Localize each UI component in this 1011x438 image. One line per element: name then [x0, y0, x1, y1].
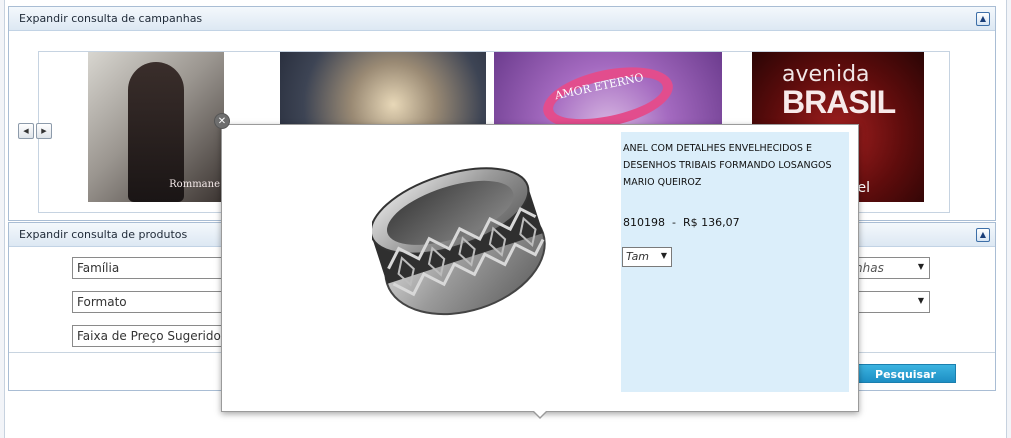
product-code: 810198: [623, 216, 665, 229]
right-filter-select-2[interactable]: ▼: [850, 291, 930, 313]
chevron-down-icon: ▼: [917, 262, 924, 271]
popup-pointer-fill: [533, 410, 547, 417]
formato-select-value: Formato: [77, 295, 127, 309]
product-name: ANEL COM DETALHES ENVELHECIDOS E DESENHO…: [623, 143, 832, 188]
right-filter-select-1[interactable]: nhas ▼: [850, 257, 930, 279]
size-select[interactable]: Tam ▼: [622, 247, 672, 267]
price-separator: -: [672, 216, 676, 229]
search-button[interactable]: Pesquisar: [855, 364, 956, 383]
ring-icon: [372, 167, 546, 316]
familia-select[interactable]: Família: [72, 257, 232, 279]
chevron-down-icon: ▼: [917, 296, 924, 305]
triangle-left-icon[interactable]: ◀: [18, 123, 34, 139]
campaigns-panel-title: Expandir consulta de campanhas: [19, 12, 203, 25]
close-icon[interactable]: ✕: [214, 113, 230, 129]
campaign-banner-rommanel[interactable]: Rommane: [88, 52, 224, 202]
formato-select[interactable]: Formato: [72, 291, 232, 313]
right-filter-1-value: nhas: [855, 261, 884, 275]
chevron-up-icon[interactable]: ▲: [976, 228, 990, 242]
product-popup: ANEL COM DETALHES ENVELHECIDOS E DESENHO…: [221, 124, 859, 412]
triangle-right-icon[interactable]: ▶: [36, 123, 52, 139]
chevron-down-icon: ▼: [660, 251, 667, 260]
campaigns-panel-header[interactable]: Expandir consulta de campanhas ▲: [9, 7, 995, 31]
chevron-up-icon[interactable]: ▲: [976, 12, 990, 26]
product-info-box: ANEL COM DETALHES ENVELHECIDOS E DESENHO…: [621, 132, 849, 392]
carousel-nav: ◀ ▶: [18, 123, 52, 139]
familia-select-value: Família: [77, 261, 120, 275]
banner-line-2: BRASIL: [782, 84, 896, 120]
banner-brand-text: Rommane: [169, 179, 220, 190]
faixa-preco-select-value: Faixa de Preço Sugerido: [77, 329, 221, 343]
faixa-preco-select[interactable]: Faixa de Preço Sugerido: [72, 325, 232, 347]
size-select-value: Tam: [626, 250, 650, 263]
product-price: R$ 136,07: [682, 216, 740, 229]
product-price-line: 810198 - R$ 136,07: [623, 216, 740, 229]
products-panel-title: Expandir consulta de produtos: [19, 228, 188, 241]
